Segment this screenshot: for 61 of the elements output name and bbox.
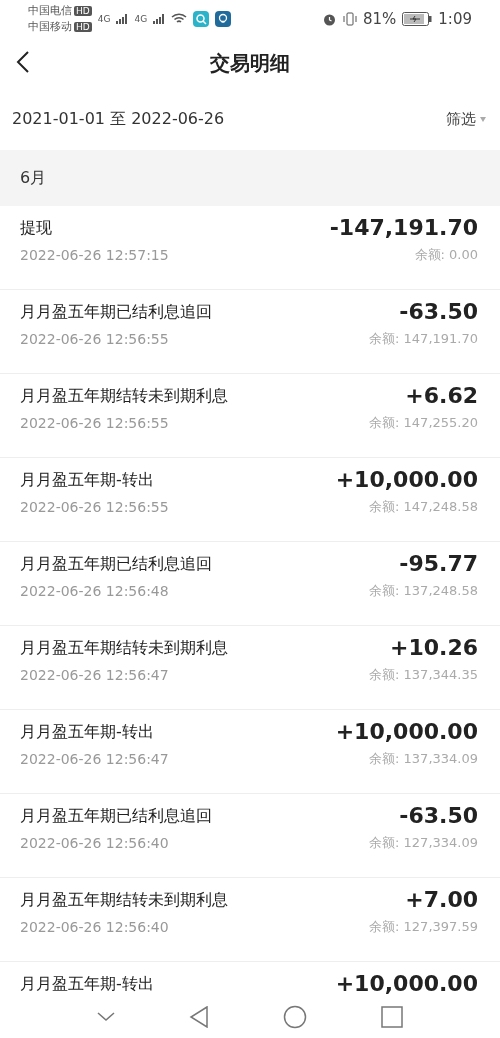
bulb-app-icon bbox=[215, 11, 232, 27]
transaction-time: 2022-06-26 12:56:40 bbox=[20, 919, 169, 935]
page-title: 交易明细 bbox=[210, 49, 290, 77]
transaction-time: 2022-06-26 12:56:55 bbox=[20, 331, 169, 347]
transaction-amount: -147,191.70 bbox=[329, 216, 478, 240]
transaction-title: 月月盈五年期结转未到期利息 bbox=[20, 889, 228, 911]
battery-percent: 81% bbox=[362, 10, 397, 28]
collapse-button[interactable] bbox=[97, 1012, 115, 1022]
balance-text: 余额: 127,397.59 bbox=[369, 918, 478, 936]
transaction-time: 2022-06-26 12:56:47 bbox=[20, 751, 169, 767]
transaction-time: 2022-06-26 12:56:48 bbox=[20, 583, 169, 599]
chevron-left-icon bbox=[16, 50, 30, 74]
transaction-amount: +10.26 bbox=[389, 636, 478, 660]
transaction-amount: +10,000.00 bbox=[335, 972, 478, 996]
transaction-amount: +10,000.00 bbox=[335, 720, 478, 744]
battery-charging-icon bbox=[402, 12, 433, 26]
transaction-title: 月月盈五年期已结利息追回 bbox=[20, 301, 212, 323]
balance-text: 余额: 0.00 bbox=[414, 246, 478, 264]
transaction-amount: +6.62 bbox=[405, 384, 478, 408]
transaction-amount: +7.00 bbox=[405, 888, 478, 912]
transaction-amount: -95.77 bbox=[399, 552, 478, 576]
transaction-title: 月月盈五年期已结利息追回 bbox=[20, 553, 212, 575]
caret-icon bbox=[480, 116, 486, 122]
network-label: 4G bbox=[134, 14, 148, 24]
vibrate-icon bbox=[342, 12, 357, 26]
balance-text: 余额: 127,334.09 bbox=[369, 834, 478, 852]
date-range[interactable]: 2021-01-01 至 2022-06-26 bbox=[12, 108, 225, 130]
signal-icon bbox=[153, 14, 166, 24]
transaction-title: 月月盈五年期-转出 bbox=[20, 973, 154, 995]
transaction-title: 提现 bbox=[20, 217, 52, 239]
transaction-title: 月月盈五年期结转未到期利息 bbox=[20, 385, 228, 407]
transaction-title: 月月盈五年期结转未到期利息 bbox=[20, 637, 228, 659]
network-label: 4G bbox=[97, 14, 111, 24]
transaction-title: 月月盈五年期-转出 bbox=[20, 721, 154, 743]
carrier-label: 中国电信 HD bbox=[28, 3, 92, 19]
transaction-time: 2022-06-26 12:56:55 bbox=[20, 415, 169, 431]
balance-text: 余额: 147,255.20 bbox=[369, 414, 478, 432]
transaction-time: 2022-06-26 12:56:55 bbox=[20, 499, 169, 515]
transaction-time: 2022-06-26 12:56:40 bbox=[20, 835, 169, 851]
balance-text: 余额: 137,248.58 bbox=[369, 582, 478, 600]
transaction-time: 2022-06-26 12:56:47 bbox=[20, 667, 169, 683]
signal-icon bbox=[116, 14, 129, 24]
balance-text: 余额: 147,248.58 bbox=[369, 498, 478, 516]
search-app-icon bbox=[193, 11, 210, 27]
balance-text: 余额: 137,344.35 bbox=[369, 666, 478, 684]
back-nav-button[interactable] bbox=[189, 1006, 209, 1028]
month-label: 6月 bbox=[20, 167, 47, 189]
filter-button[interactable]: 筛选 bbox=[446, 109, 486, 129]
transaction-time: 2022-06-26 12:57:15 bbox=[20, 247, 169, 263]
recents-button[interactable] bbox=[381, 1006, 403, 1028]
clock-time: 1:09 bbox=[438, 10, 472, 28]
balance-text: 余额: 137,334.09 bbox=[369, 750, 478, 768]
transaction-amount: +10,000.00 bbox=[335, 468, 478, 492]
home-button[interactable] bbox=[283, 1005, 307, 1029]
transaction-title: 月月盈五年期-转出 bbox=[20, 469, 154, 491]
transaction-title: 月月盈五年期已结利息追回 bbox=[20, 805, 212, 827]
carrier-label: 中国移动 HD bbox=[28, 19, 92, 35]
transaction-amount: -63.50 bbox=[399, 804, 478, 828]
wifi-icon bbox=[171, 13, 188, 25]
balance-text: 余额: 147,191.70 bbox=[369, 330, 478, 348]
transaction-amount: -63.50 bbox=[399, 300, 478, 324]
